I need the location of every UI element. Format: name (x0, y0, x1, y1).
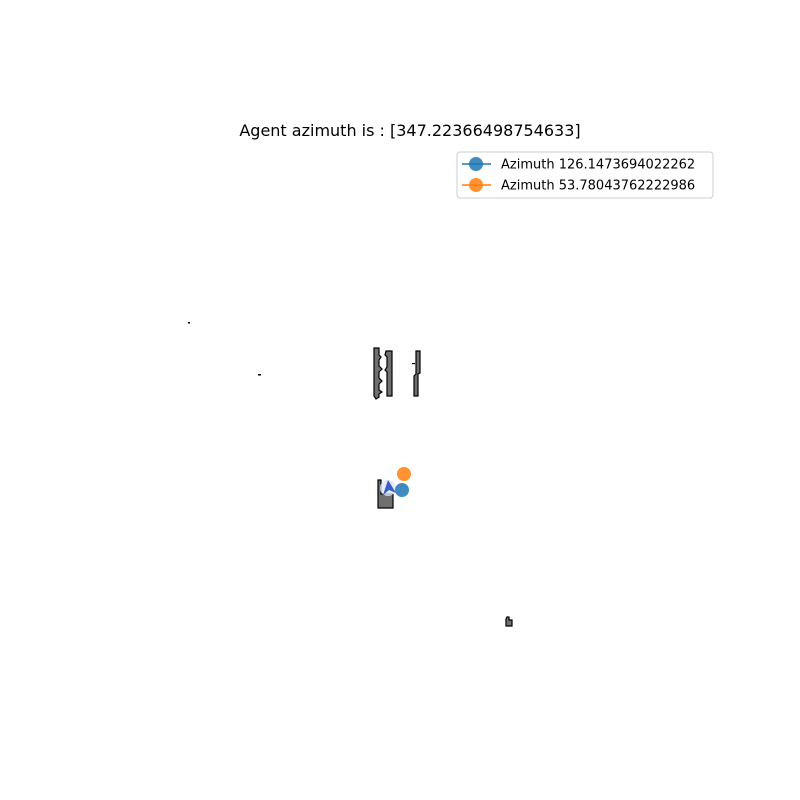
chart-canvas: Agent azimuth is : [347.22366498754633] … (188, 121, 714, 627)
obstacle-speck (188, 322, 190, 324)
series-point-azimuth-53 (397, 467, 411, 481)
obstacle-speck (258, 374, 261, 376)
agent-marker (380, 480, 396, 496)
obstacle-speck (412, 363, 415, 365)
legend-marker (469, 178, 483, 192)
obstacle-block (505, 616, 513, 627)
legend-marker (469, 157, 483, 171)
chart-title: Agent azimuth is : [347.22366498754633] (239, 121, 580, 140)
series-point-azimuth-126 (395, 483, 409, 497)
obstacle-wall (373, 347, 384, 400)
legend: Azimuth 126.1473694022262 Azimuth 53.780… (456, 151, 714, 199)
floor-plan (188, 322, 513, 627)
obstacle-wall (384, 350, 393, 397)
legend-label: Azimuth 126.1473694022262 (501, 158, 695, 173)
legend-label: Azimuth 53.78043762222986 (501, 179, 695, 194)
obstacle-wall (413, 350, 421, 397)
